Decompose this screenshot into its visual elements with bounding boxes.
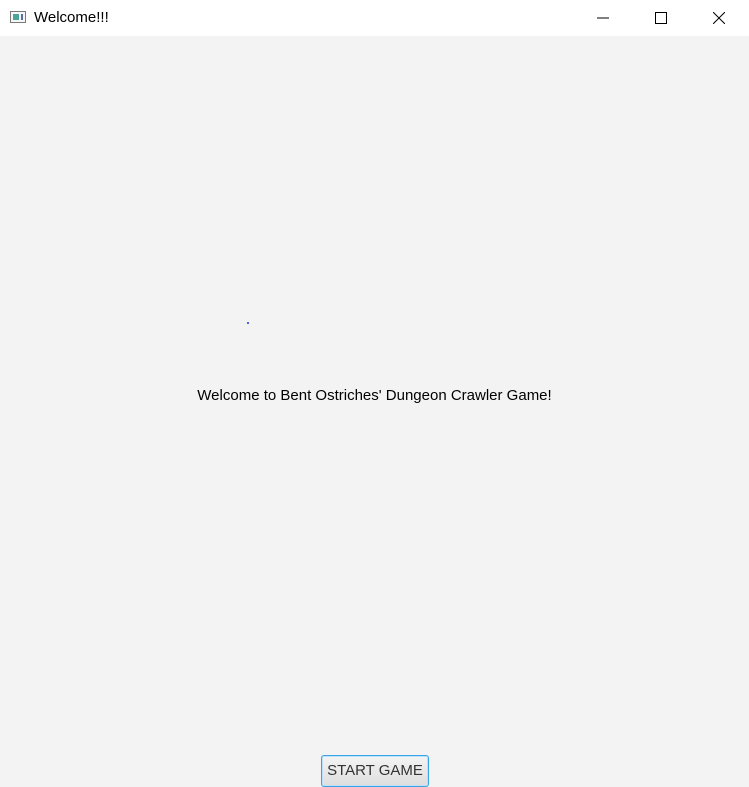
minimize-button[interactable] — [574, 0, 632, 36]
app-window: Welcome!!! Welcome to Bent Ostriches' Du… — [0, 0, 749, 787]
start-game-button[interactable]: START GAME — [321, 755, 429, 787]
welcome-message: Welcome to Bent Ostriches' Dungeon Crawl… — [197, 387, 552, 404]
window-icon — [10, 11, 26, 23]
window-title: Welcome!!! — [34, 9, 109, 26]
maximize-button[interactable] — [632, 0, 690, 36]
minimize-icon — [597, 17, 609, 19]
close-icon — [713, 12, 725, 24]
title-bar[interactable]: Welcome!!! — [0, 0, 749, 36]
maximize-icon — [655, 12, 667, 24]
decorative-dot — [247, 322, 249, 324]
close-button[interactable] — [690, 0, 748, 36]
